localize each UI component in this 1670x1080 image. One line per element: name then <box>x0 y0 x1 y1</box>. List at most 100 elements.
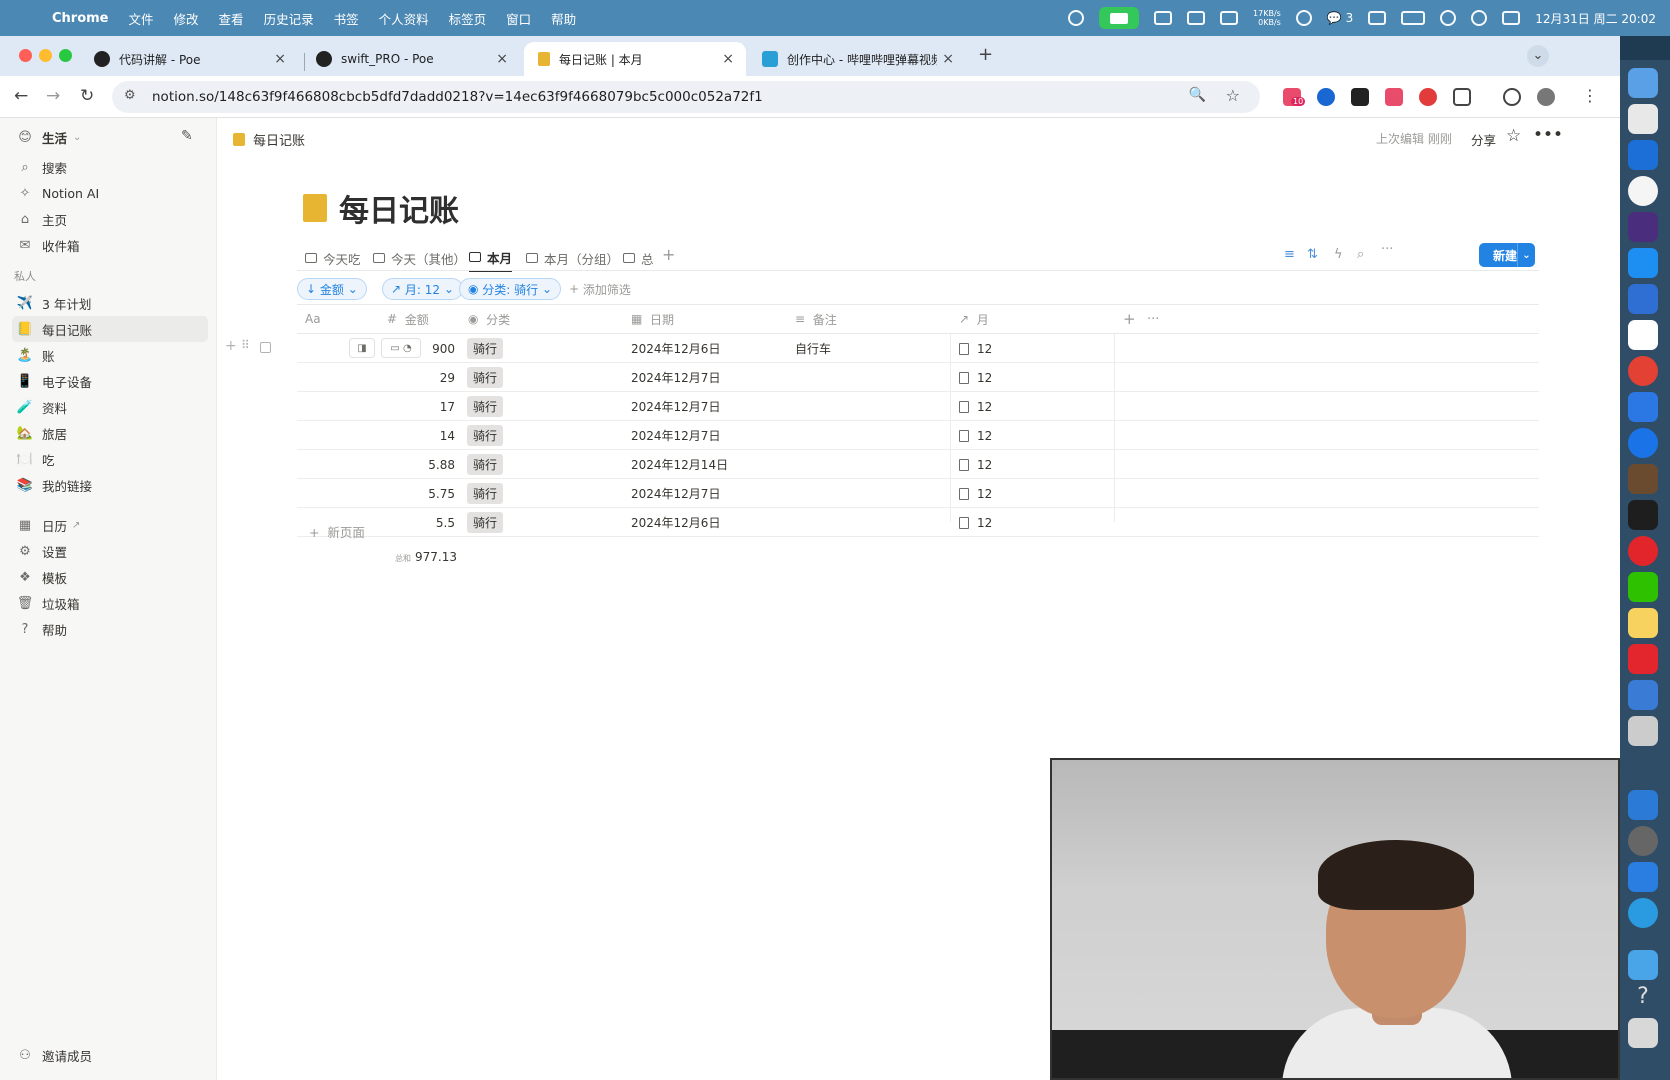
table-row[interactable]: 29 骑行 2024年12月7日 12 <box>297 363 1539 392</box>
clock-app-icon[interactable] <box>1628 176 1658 206</box>
amount-cell[interactable]: 5.5 <box>387 508 455 537</box>
tab-bilibili[interactable]: 创作中心 - 哔哩哔哩弹幕视频网 × <box>748 42 966 76</box>
wechat-icon[interactable]: 💬 3 <box>1327 11 1353 25</box>
reload-icon[interactable]: ↻ <box>80 86 94 106</box>
profile-avatar[interactable] <box>1537 88 1555 106</box>
windows-app-icon[interactable] <box>1628 790 1658 820</box>
share-button[interactable]: 分享 <box>1471 130 1496 149</box>
sidebar-item-devices[interactable]: 📱 电子设备 <box>12 368 208 394</box>
filter-chip-month[interactable]: ↗ 月: 12 ⌄ <box>382 278 463 300</box>
record-stop-icon[interactable] <box>1068 10 1085 26</box>
more-options-icon[interactable]: ••• <box>1533 125 1563 145</box>
display-icon[interactable] <box>1187 11 1206 25</box>
sidebar-item-settings[interactable]: ⚙ 设置 <box>12 538 208 564</box>
tab-notion-active[interactable]: 每日记账 | 本月 × <box>524 42 746 76</box>
sidebar-item-home[interactable]: ⌂ 主页 <box>12 206 208 232</box>
breadcrumb[interactable]: 每日记账 <box>233 130 305 149</box>
zoom-icon[interactable]: 🔍 <box>1189 87 1206 103</box>
page-title[interactable]: 每日记账 <box>303 186 459 230</box>
category-cell[interactable]: 骑行 <box>467 508 504 537</box>
month-cell[interactable]: 12 <box>959 334 992 363</box>
ext-red-icon[interactable]: 10 <box>1283 88 1306 106</box>
note-cell[interactable]: 自行车 <box>795 334 831 363</box>
sort-icon[interactable]: ⇅ <box>1307 247 1318 262</box>
add-view-icon[interactable]: + <box>662 245 675 264</box>
date-cell[interactable]: 2024年12月7日 <box>631 479 720 508</box>
sidebar-item-food[interactable]: 🍽️ 吃 <box>12 446 208 472</box>
preview-icon[interactable] <box>1628 898 1658 928</box>
ext-blue-icon[interactable] <box>1317 88 1335 106</box>
search-icon[interactable]: ⌕ <box>1357 247 1364 262</box>
open-page-icon[interactable]: ◨ <box>349 338 375 358</box>
new-record-button[interactable]: 新建 ⌄ <box>1479 243 1535 267</box>
sidebar-toggle-icon[interactable] <box>1368 11 1387 25</box>
calendar-app-icon[interactable] <box>1628 320 1658 350</box>
invite-members-button[interactable]: ⚇ 邀请成员 <box>12 1042 208 1068</box>
menubar-clock[interactable]: 12月31日 周二 20:02 <box>1535 10 1656 27</box>
menu-chrome[interactable]: Chrome <box>52 11 109 26</box>
tab-search-chevron-icon[interactable]: ⌄ <box>1527 45 1549 67</box>
wechat-app-icon[interactable] <box>1628 572 1658 602</box>
blue-app-icon[interactable] <box>1628 392 1658 422</box>
site-settings-icon[interactable]: ⚙ <box>124 88 136 103</box>
sidebar-item-search[interactable]: ⌕ 搜索 <box>12 154 208 180</box>
category-cell[interactable]: 骑行 <box>467 450 504 479</box>
amount-cell[interactable]: 14 <box>387 421 455 450</box>
sidebar-item-notion-ai[interactable]: ✧ Notion AI <box>12 180 208 206</box>
tab-view-today-other[interactable]: 今天（其他） <box>373 244 466 272</box>
forward-icon[interactable]: → <box>46 86 60 106</box>
tab-view-this-month-grouped[interactable]: 本月（分组） <box>526 244 619 272</box>
facetime-camera-icon[interactable] <box>1099 7 1140 29</box>
close-window-button[interactable] <box>19 49 32 62</box>
chrome-menu-icon[interactable]: ⋮ <box>1582 86 1598 105</box>
amount-cell[interactable]: 29 <box>387 363 455 392</box>
column-header-month[interactable]: ↗ 月 <box>959 305 989 333</box>
amount-cell[interactable]: 5.75 <box>387 479 455 508</box>
filter-chip-category[interactable]: ◉ 分类: 骑行 ⌄ <box>459 278 562 300</box>
close-tab-icon[interactable]: × <box>942 51 954 67</box>
play-icon[interactable] <box>1471 10 1488 26</box>
adblock-ext-icon[interactable] <box>1419 88 1437 106</box>
close-tab-icon[interactable]: × <box>496 51 508 67</box>
month-cell[interactable]: 12 <box>959 363 992 392</box>
menu-window[interactable]: 窗口 <box>506 9 531 28</box>
drag-handle-icon[interactable]: ⠿ <box>241 338 250 352</box>
menu-file[interactable]: 文件 <box>129 9 154 28</box>
xcode-icon[interactable] <box>1628 284 1658 314</box>
date-cell[interactable]: 2024年12月7日 <box>631 363 720 392</box>
tab-view-this-month[interactable]: 本月 <box>469 244 513 272</box>
add-filter-button[interactable]: + 添加筛选 <box>561 278 639 300</box>
category-cell[interactable]: 骑行 <box>467 421 504 450</box>
menu-profiles[interactable]: 个人资料 <box>379 9 429 28</box>
column-header-amount[interactable]: # 金额 <box>387 305 429 333</box>
column-header-note[interactable]: ≡ 备注 <box>795 305 837 333</box>
youdao-icon[interactable] <box>1628 644 1658 674</box>
table-row[interactable]: 14 骑行 2024年12月7日 12 <box>297 421 1539 450</box>
link-icon[interactable] <box>1440 10 1457 26</box>
sidebar-item-inbox[interactable]: ✉ 收件箱 <box>12 232 208 258</box>
more-properties-icon[interactable]: ··· <box>1147 305 1159 333</box>
sidebar-item-trash[interactable]: 🗑 垃圾箱 <box>12 590 208 616</box>
add-property-icon[interactable]: + <box>1123 305 1136 333</box>
menu-edit[interactable]: 修改 <box>174 9 199 28</box>
row-checkbox[interactable] <box>260 342 271 353</box>
table-row[interactable]: 17 骑行 2024年12月7日 12 <box>297 392 1539 421</box>
new-page-compose-icon[interactable]: ✎ <box>181 128 193 144</box>
safari-icon[interactable] <box>1628 428 1658 458</box>
zoom-window-button[interactable] <box>59 49 72 62</box>
amount-sum[interactable]: 总和 977.13 <box>395 550 457 564</box>
sidebar-item-materials[interactable]: 🧪 资料 <box>12 394 208 420</box>
table-row[interactable]: 5.88 骑行 2024年12月14日 12 <box>297 450 1539 479</box>
ai-app-icon[interactable] <box>1628 212 1658 242</box>
netease-music-icon[interactable] <box>1628 536 1658 566</box>
table-row[interactable]: ◨ ▭ ◔ 900 骑行 2024年12月6日 自行车 12 <box>297 334 1539 363</box>
glasses-icon[interactable] <box>1154 11 1173 25</box>
column-header-date[interactable]: ▦ 日期 <box>631 305 674 333</box>
launchpad-icon[interactable] <box>1628 104 1658 134</box>
sort-chip-amount[interactable]: ↓ 金额 ⌄ <box>297 278 367 300</box>
date-cell[interactable]: 2024年12月7日 <box>631 421 720 450</box>
more-view-options-icon[interactable]: ··· <box>1381 242 1393 257</box>
bookmark-star-icon[interactable]: ☆ <box>1226 86 1240 105</box>
date-cell[interactable]: 2024年12月14日 <box>631 450 728 479</box>
menu-view[interactable]: 查看 <box>219 9 244 28</box>
